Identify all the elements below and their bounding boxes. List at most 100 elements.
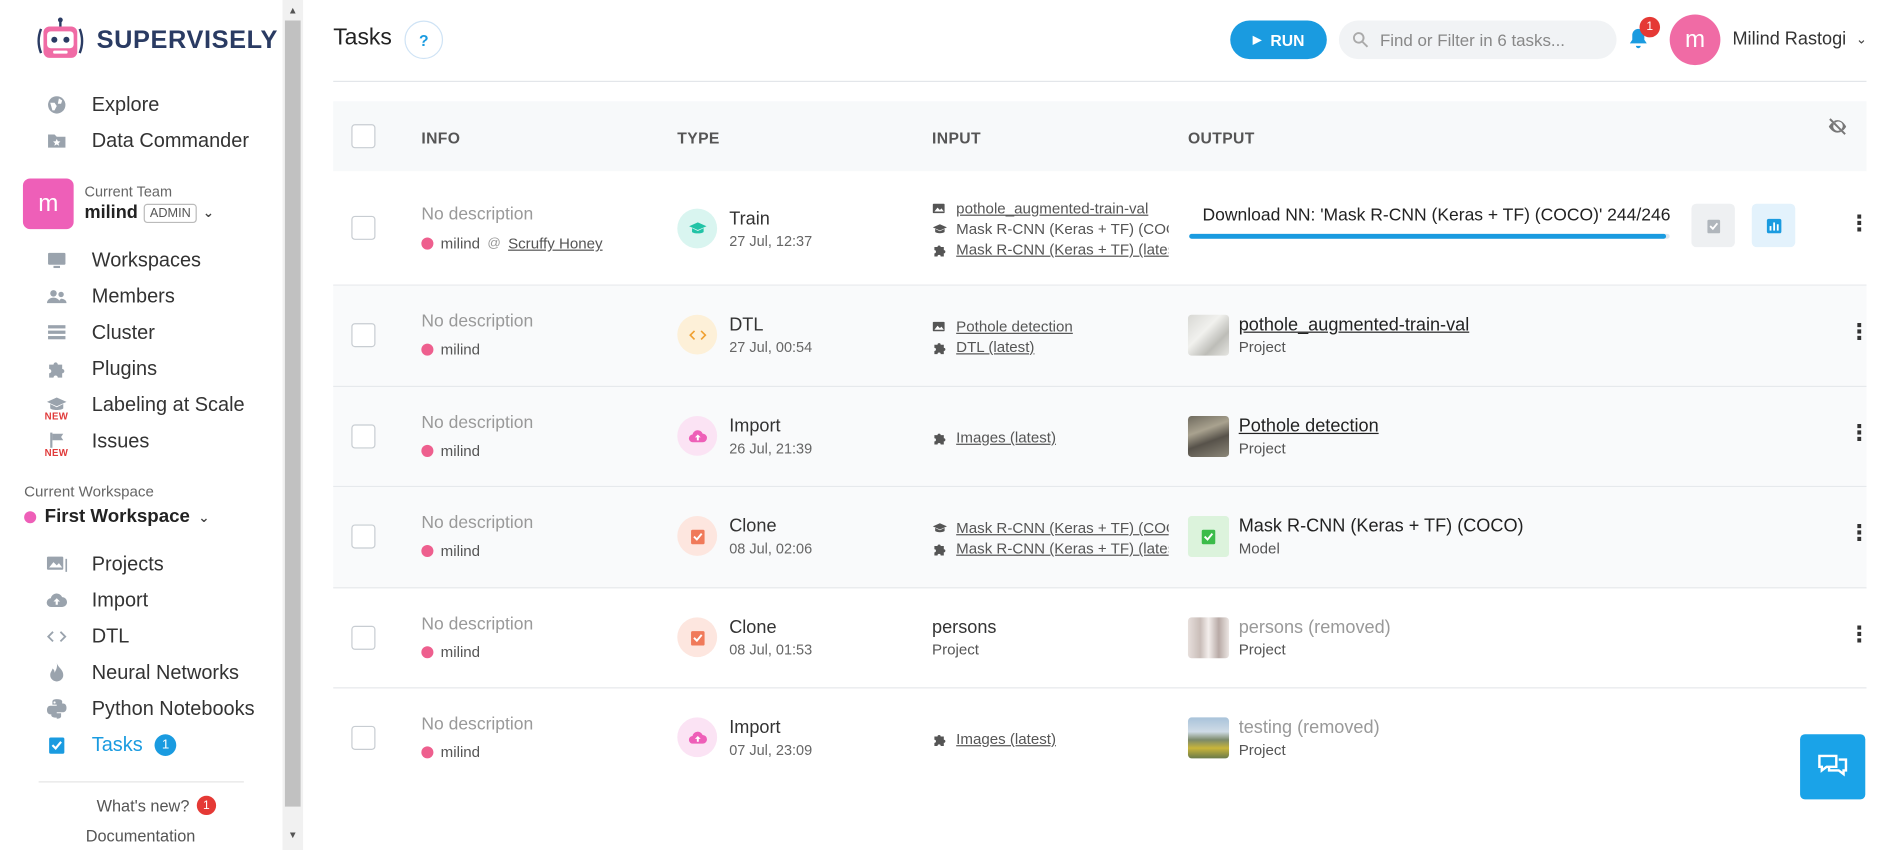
- output-title: persons (removed): [1238, 617, 1391, 638]
- notifications-button[interactable]: 1: [1626, 16, 1661, 54]
- documentation-link[interactable]: Documentation: [86, 827, 196, 845]
- scroll-up-arrow-icon[interactable]: ▲: [283, 0, 304, 19]
- help-button[interactable]: ?: [404, 20, 444, 60]
- task-owner: milind: [421, 442, 480, 459]
- sidebar-item-label: Issues: [91, 429, 150, 452]
- output-link[interactable]: Pothole detection: [1239, 416, 1379, 436]
- whats-new-link[interactable]: What's new? 1: [97, 795, 216, 816]
- sidebar-item-neural-networks[interactable]: Neural Networks: [43, 658, 239, 687]
- workspace-switcher[interactable]: First Workspace ⌄: [24, 506, 210, 528]
- owner-dot: [421, 646, 434, 659]
- row-checkbox[interactable]: [351, 424, 376, 449]
- row-checkbox[interactable]: [351, 625, 376, 650]
- sidebar-item-issues[interactable]: NEW Issues: [43, 427, 150, 458]
- sidebar-item-data-commander[interactable]: Data Commander: [43, 127, 249, 156]
- owner-name: milind: [440, 235, 481, 252]
- task-description[interactable]: No description: [421, 715, 533, 734]
- workspace-dot: [24, 511, 37, 524]
- input-link[interactable]: Pothole detection: [956, 318, 1073, 335]
- more-vert-icon[interactable]: ⋮: [1848, 421, 1870, 446]
- scroll-down-arrow-icon[interactable]: ▼: [283, 825, 304, 844]
- model-clipboard-icon[interactable]: [1187, 516, 1230, 558]
- brand-logo[interactable]: SUPERVISELY: [34, 17, 278, 65]
- input-item[interactable]: Pothole detection: [932, 318, 1169, 335]
- select-all-checkbox[interactable]: [351, 124, 376, 149]
- input-link[interactable]: Mask R-CNN (Keras + TF) (latest): [956, 241, 1168, 258]
- more-vert-icon[interactable]: ⋮: [1848, 521, 1870, 546]
- output-type: Model: [1238, 540, 1280, 558]
- sidebar-item-members[interactable]: Members: [43, 282, 175, 311]
- task-checklist-button[interactable]: [1691, 203, 1735, 248]
- sidebar-item-cluster[interactable]: Cluster: [43, 318, 155, 347]
- scrollbar-thumb[interactable]: [284, 20, 301, 807]
- user-avatar[interactable]: m: [1669, 14, 1721, 66]
- table-row[interactable]: No description milind Import 07 Jul, 23:…: [333, 688, 1866, 789]
- graduation-cap-icon: NEW: [43, 392, 70, 422]
- task-charts-button[interactable]: [1751, 203, 1796, 248]
- sidebar-item-label: Python Notebooks: [91, 697, 255, 720]
- input-item[interactable]: Mask R-CNN (Keras + TF) (latest): [932, 241, 1169, 258]
- task-description[interactable]: No description: [421, 312, 533, 331]
- agent-link[interactable]: Scruffy Honey: [508, 235, 603, 252]
- table-row[interactable]: No description milind @ Scruffy Honey Tr…: [333, 171, 1870, 286]
- output-link[interactable]: pothole_augmented-train-val: [1239, 315, 1470, 335]
- row-checkbox[interactable]: [351, 215, 376, 240]
- input-item[interactable]: Images (latest): [932, 731, 1169, 748]
- input-item[interactable]: Images (latest): [932, 429, 1169, 446]
- column-info[interactable]: INFO: [421, 129, 460, 147]
- owner-dot: [421, 237, 434, 250]
- input-link[interactable]: Mask R-CNN (Keras + TF) (COCO): [956, 520, 1168, 537]
- input-title: persons: [932, 617, 997, 638]
- table-row[interactable]: No description milind Import 26 Jul, 21:…: [333, 387, 1870, 488]
- input-item[interactable]: pothole_augmented-train-val: [932, 200, 1169, 217]
- project-thumbnail[interactable]: [1187, 415, 1230, 457]
- table-row[interactable]: No description milind Clone 08 Jul, 02:0…: [333, 487, 1870, 589]
- sidebar-item-explore[interactable]: Explore: [43, 90, 159, 119]
- table-row[interactable]: No description milind DTL 27 Jul, 00:54 …: [333, 285, 1870, 388]
- team-switcher[interactable]: m Current Team milind ADMIN ⌄: [22, 178, 214, 230]
- run-button[interactable]: ▶ RUN: [1230, 20, 1327, 60]
- column-output[interactable]: OUTPUT: [1188, 129, 1255, 147]
- task-date: 26 Jul, 21:39: [729, 440, 813, 457]
- input-link[interactable]: pothole_augmented-train-val: [956, 200, 1148, 217]
- task-description[interactable]: No description: [421, 414, 533, 433]
- column-type[interactable]: TYPE: [677, 129, 719, 147]
- input-item[interactable]: Mask R-CNN (Keras + TF) (COCO): [932, 520, 1169, 537]
- more-vert-icon[interactable]: ⋮: [1848, 211, 1870, 236]
- project-thumbnail[interactable]: [1187, 314, 1230, 356]
- sidebar-item-label: Projects: [91, 552, 164, 575]
- sidebar-item-labeling-at-scale[interactable]: NEW Labeling at Scale: [43, 391, 245, 422]
- search-box[interactable]: [1338, 20, 1617, 60]
- row-checkbox[interactable]: [351, 323, 376, 348]
- sidebar-item-projects[interactable]: Projects: [43, 550, 164, 579]
- input-item[interactable]: DTL (latest): [932, 339, 1169, 356]
- more-vert-icon[interactable]: ⋮: [1848, 622, 1870, 647]
- input-link[interactable]: DTL (latest): [956, 339, 1034, 356]
- clipboard-check-icon: [43, 732, 70, 759]
- eye-off-icon[interactable]: [1827, 116, 1851, 140]
- user-menu[interactable]: Milind Rastogi ⌄: [1732, 29, 1867, 49]
- input-item[interactable]: Mask R-CNN (Keras + TF) (latest): [932, 540, 1169, 557]
- sidebar-item-import[interactable]: Import: [43, 586, 148, 615]
- task-description[interactable]: No description: [421, 615, 533, 634]
- task-description[interactable]: No description: [421, 514, 533, 533]
- images-icon: [43, 551, 70, 578]
- task-description[interactable]: No description: [421, 205, 533, 224]
- row-checkbox[interactable]: [351, 725, 376, 750]
- sidebar-item-python-notebooks[interactable]: Python Notebooks: [43, 694, 255, 723]
- team-avatar: m: [22, 178, 74, 230]
- sidebar-item-dtl[interactable]: DTL: [43, 622, 129, 651]
- more-vert-icon[interactable]: ⋮: [1848, 320, 1870, 345]
- row-checkbox[interactable]: [351, 524, 376, 549]
- sidebar-item-label: Labeling at Scale: [91, 393, 245, 416]
- input-link[interactable]: Images (latest): [956, 731, 1056, 748]
- sidebar-item-tasks[interactable]: Tasks 1: [43, 731, 177, 760]
- support-chat-button[interactable]: [1800, 734, 1866, 800]
- sidebar-item-plugins[interactable]: Plugins: [43, 354, 157, 383]
- sidebar-item-workspaces[interactable]: Workspaces: [43, 246, 201, 275]
- table-row[interactable]: No description milind Clone 08 Jul, 01:5…: [333, 588, 1870, 689]
- input-link[interactable]: Mask R-CNN (Keras + TF) (latest): [956, 540, 1168, 557]
- search-input[interactable]: [1379, 30, 1610, 50]
- column-input[interactable]: INPUT: [932, 129, 981, 147]
- input-link[interactable]: Images (latest): [956, 429, 1056, 446]
